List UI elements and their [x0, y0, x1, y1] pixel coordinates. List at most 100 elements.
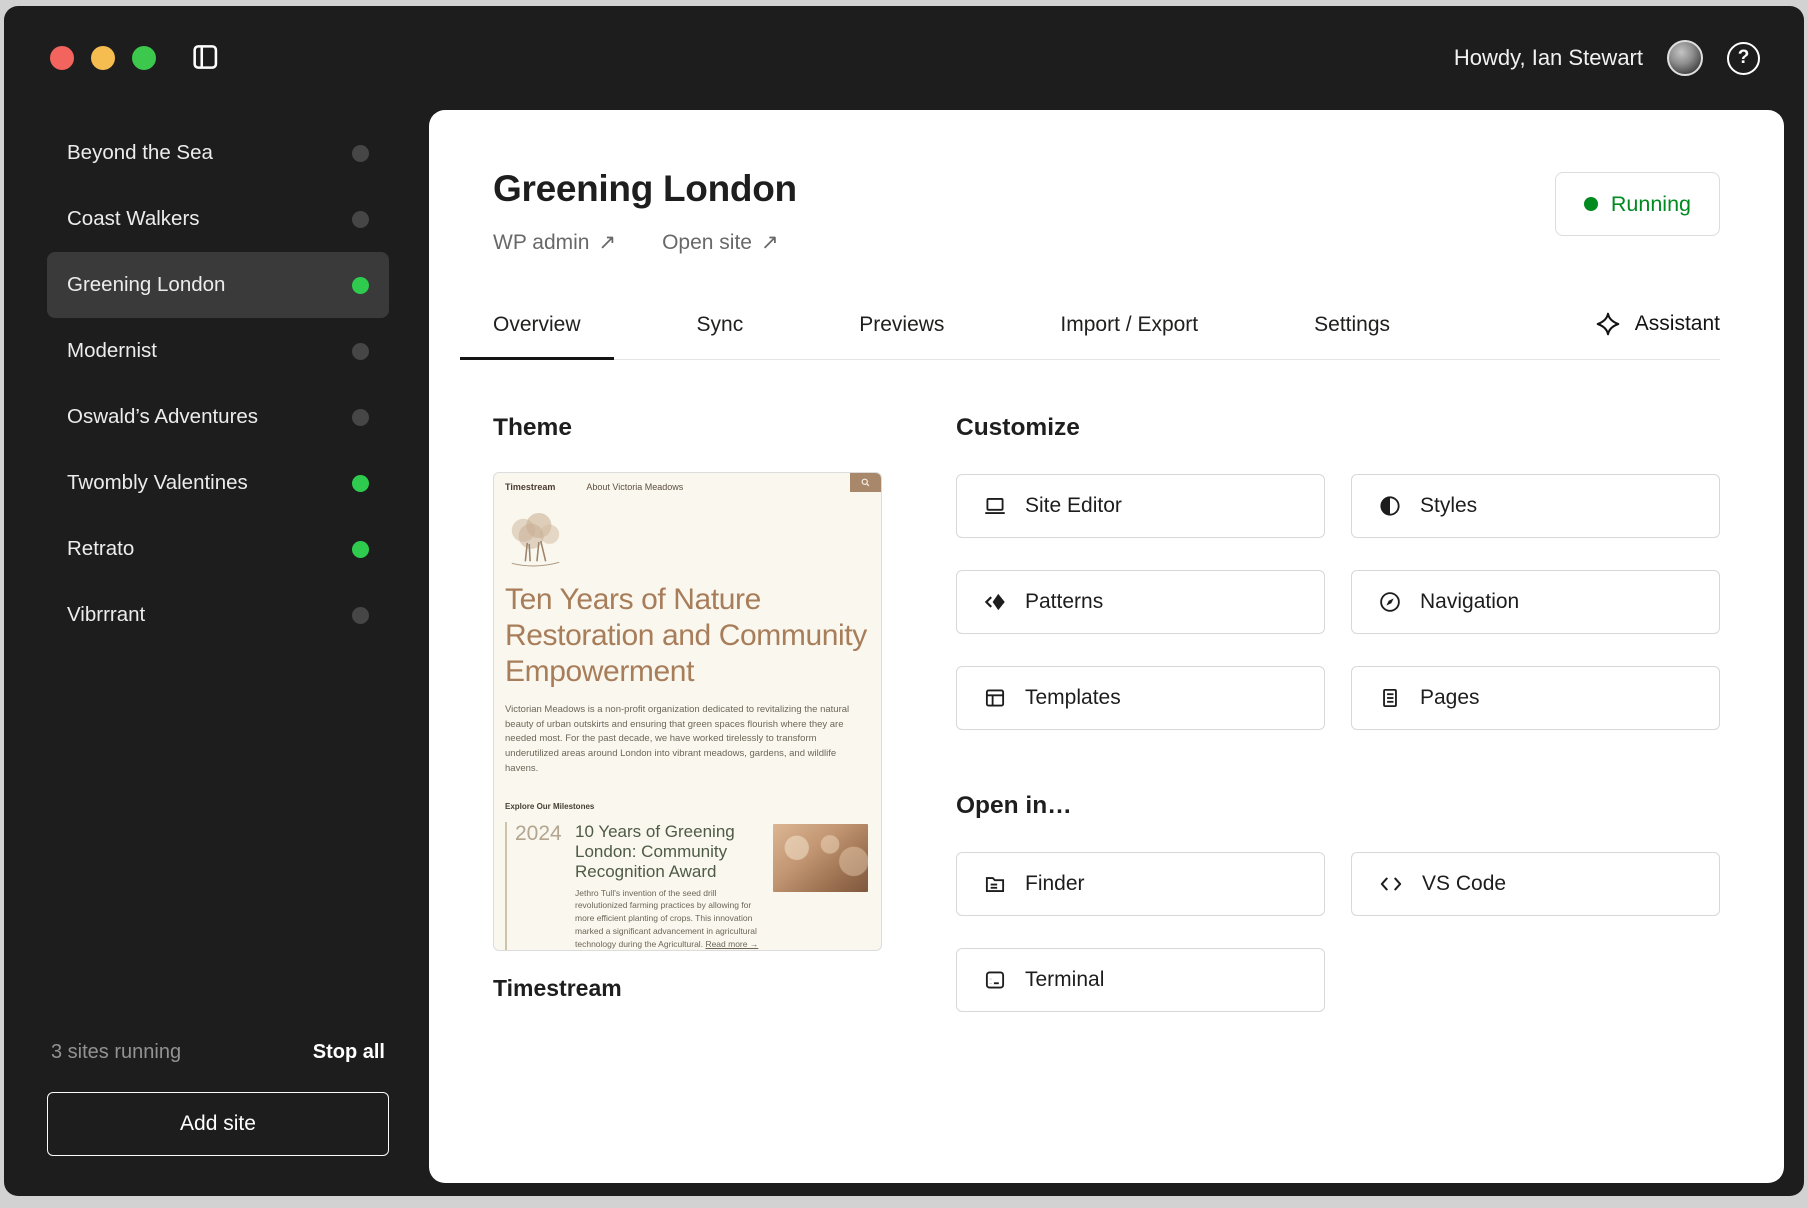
close-window-button[interactable] — [50, 46, 74, 70]
tab-bar: Overview Sync Previews Import / Export S… — [460, 301, 1720, 360]
preview-header: Timestream About Victoria Meadows — [494, 473, 881, 492]
avatar[interactable] — [1667, 40, 1703, 76]
site-status-dot — [352, 540, 369, 558]
styles-button[interactable]: Styles — [1351, 474, 1720, 538]
customize-section: Customize Site Editor Styles Patterns Na… — [956, 414, 1720, 1012]
help-icon[interactable]: ? — [1727, 41, 1760, 75]
preview-hero-body: Victorian Meadows is a non-profit organi… — [505, 704, 850, 774]
tab-sync[interactable]: Sync — [664, 303, 777, 359]
pages-icon — [1377, 685, 1403, 711]
sidebar-item-greening-london[interactable]: Greening London — [47, 252, 389, 318]
vscode-icon — [1377, 871, 1405, 897]
open-terminal-button[interactable]: Terminal — [956, 948, 1325, 1012]
pages-button[interactable]: Pages — [1351, 666, 1720, 730]
site-status-dot — [352, 342, 369, 360]
milestone-photo — [773, 823, 868, 892]
site-status-dot — [352, 276, 369, 294]
add-site-button[interactable]: Add site — [47, 1092, 389, 1156]
navigation-icon — [1377, 589, 1403, 615]
site-name: Coast Walkers — [67, 207, 200, 230]
preview-milestones-label: Explore Our Milestones — [505, 801, 595, 811]
read-more-link: Read more → — [705, 938, 759, 949]
tab-previews[interactable]: Previews — [826, 303, 977, 359]
site-status-dot — [352, 210, 369, 228]
sidebar-item-beyond-the-sea[interactable]: Beyond the Sea — [47, 120, 389, 186]
site-editor-button[interactable]: Site Editor — [956, 474, 1325, 538]
patterns-button[interactable]: Patterns — [956, 570, 1325, 634]
wp-admin-link[interactable]: WP admin ↗ — [493, 230, 616, 255]
site-status-dot — [352, 606, 369, 624]
site-name: Oswald’s Adventures — [67, 405, 259, 428]
site-name: Vibrrrant — [67, 603, 146, 626]
theme-name-label: Timestream — [493, 975, 622, 1001]
sidebar-item-twombly-valentines[interactable]: Twombly Valentines — [47, 450, 389, 516]
patterns-icon — [982, 589, 1008, 615]
user-greeting: Howdy, Ian Stewart — [1453, 45, 1643, 70]
site-name: Twombly Valentines — [67, 471, 248, 494]
sidebar-item-retrato[interactable]: Retrato — [47, 516, 389, 582]
tab-settings[interactable]: Settings — [1281, 303, 1423, 359]
running-status-badge[interactable]: Running — [1554, 172, 1720, 236]
open-site-link[interactable]: Open site ↗ — [662, 230, 779, 255]
search-icon — [850, 473, 881, 492]
running-dot-icon — [1583, 197, 1598, 211]
theme-heading: Theme — [493, 414, 572, 441]
titlebar: Howdy, Ian Stewart ? — [4, 6, 1804, 110]
external-link-icon: ↗ — [760, 231, 779, 254]
preview-site-name: Timestream — [505, 482, 556, 492]
site-name: Greening London — [67, 273, 226, 296]
sidebar-toggle-icon[interactable] — [188, 40, 224, 76]
minimize-window-button[interactable] — [91, 46, 115, 70]
customize-grid: Site Editor Styles Patterns Navigation T… — [956, 474, 1720, 730]
sidebar: Beyond the Sea Coast Walkers Greening Lo… — [4, 110, 429, 1196]
sidebar-item-coast-walkers[interactable]: Coast Walkers — [47, 186, 389, 252]
external-link-icon: ↗ — [598, 231, 617, 254]
traffic-lights — [50, 46, 156, 70]
customize-heading: Customize — [956, 414, 1080, 441]
title-block: Greening London WP admin ↗ Open site ↗ — [493, 168, 797, 255]
terminal-icon — [982, 967, 1008, 993]
tab-import-export[interactable]: Import / Export — [1027, 303, 1231, 359]
app-window: Howdy, Ian Stewart ? Beyond the Sea Coas… — [4, 6, 1804, 1196]
finder-icon — [982, 871, 1008, 897]
page-title: Greening London — [493, 168, 797, 209]
sparkle-icon — [1595, 311, 1621, 337]
sidebar-item-vibrrrant[interactable]: Vibrrrant — [47, 582, 389, 648]
zoom-window-button[interactable] — [132, 46, 156, 70]
tree-illustration — [511, 512, 560, 567]
running-summary: 3 sites running — [51, 1041, 182, 1063]
sidebar-item-oswalds-adventures[interactable]: Oswald’s Adventures — [47, 384, 389, 450]
theme-preview-card[interactable]: Timestream About Victoria Meadows Ten Ye… — [493, 472, 882, 951]
open-finder-button[interactable]: Finder — [956, 852, 1325, 916]
milestone-year: 2024 — [505, 821, 564, 950]
site-status-dot — [352, 144, 369, 162]
running-summary-row: 3 sites running Stop all — [47, 1041, 389, 1064]
preview-hero-title: Ten Years of Nature Restoration and Comm… — [505, 583, 867, 688]
preview-nav-item: About Victoria Meadows — [586, 482, 684, 492]
open-in-heading: Open in… — [956, 792, 1072, 819]
open-vscode-button[interactable]: VS Code — [1351, 852, 1720, 916]
titlebar-right: Howdy, Ian Stewart ? — [1454, 40, 1760, 76]
site-name: Retrato — [67, 537, 135, 560]
sidebar-item-modernist[interactable]: Modernist — [47, 318, 389, 384]
overview-content: Theme Timestream About Victoria Meadows — [493, 414, 1720, 1012]
milestone-text: 10 Years of Greening London: Community R… — [575, 821, 759, 949]
stop-all-button[interactable]: Stop all — [313, 1041, 385, 1064]
header-links: WP admin ↗ Open site ↗ — [493, 230, 797, 255]
styles-icon — [1377, 493, 1403, 519]
site-name: Beyond the Sea — [67, 141, 213, 164]
assistant-button[interactable]: Assistant — [1595, 301, 1720, 359]
sidebar-footer: 3 sites running Stop all Add site — [47, 1041, 389, 1156]
theme-section: Theme Timestream About Victoria Meadows — [493, 414, 882, 1012]
site-status-dot — [352, 408, 369, 426]
open-in-grid: Finder VS Code Terminal — [956, 852, 1720, 1012]
tab-overview[interactable]: Overview — [460, 303, 614, 360]
templates-button[interactable]: Templates — [956, 666, 1325, 730]
app-body: Beyond the Sea Coast Walkers Greening Lo… — [4, 110, 1804, 1196]
site-editor-icon — [982, 493, 1008, 519]
navigation-button[interactable]: Navigation — [1351, 570, 1720, 634]
site-name: Modernist — [67, 339, 158, 362]
panel-header: Greening London WP admin ↗ Open site ↗ R… — [493, 168, 1720, 255]
site-status-dot — [352, 474, 369, 492]
main-panel: Greening London WP admin ↗ Open site ↗ R… — [429, 110, 1784, 1183]
